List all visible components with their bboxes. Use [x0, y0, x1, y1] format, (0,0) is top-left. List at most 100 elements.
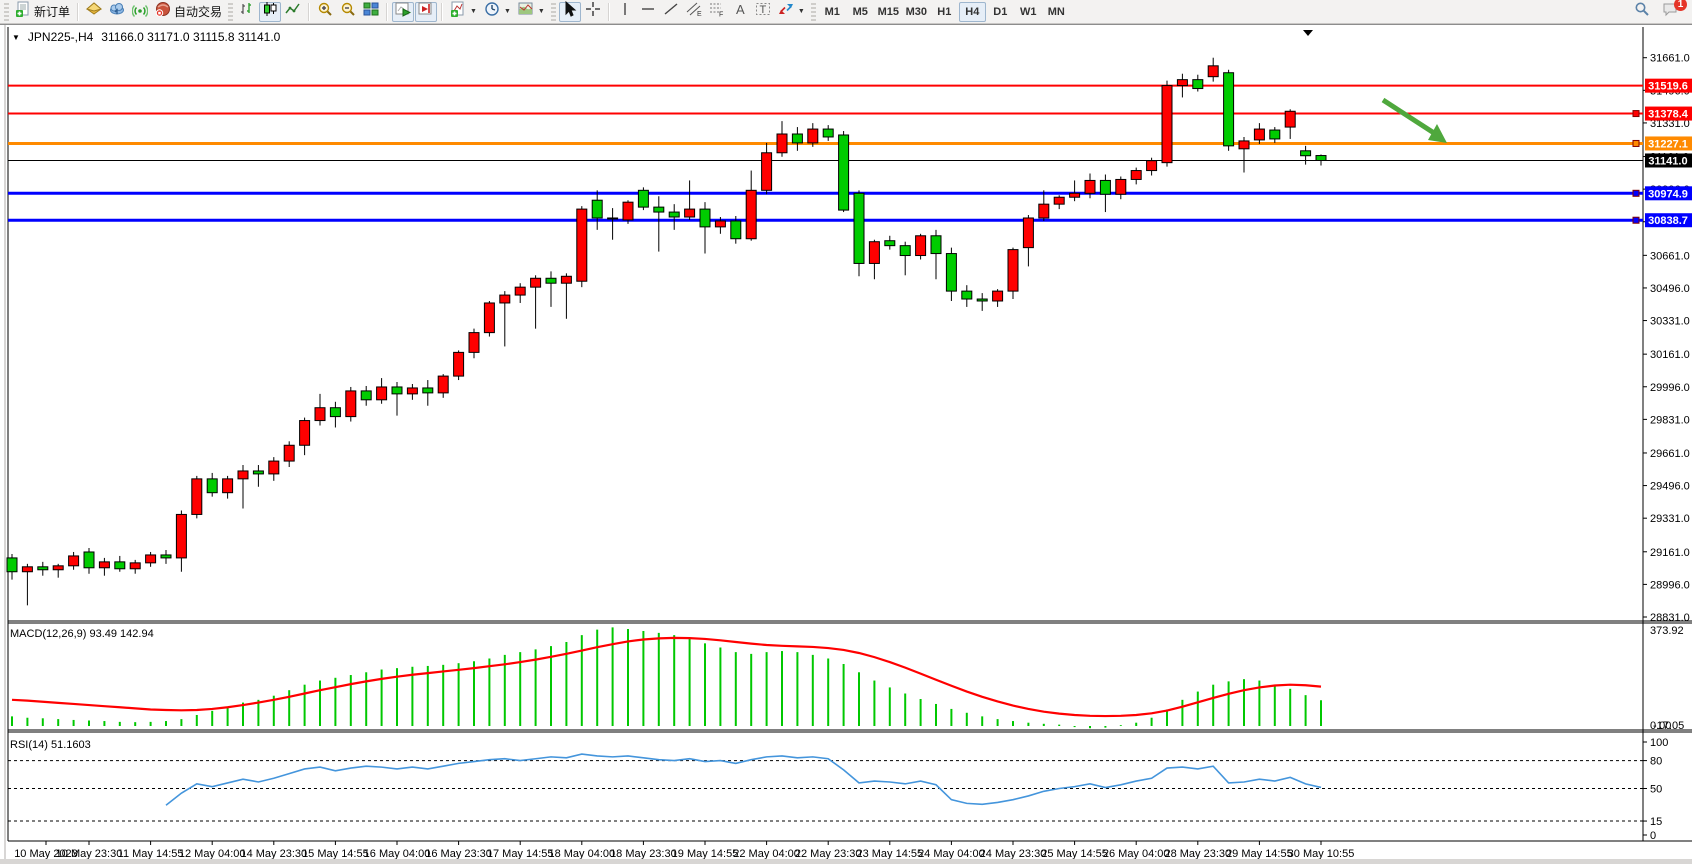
text-label-icon: T	[755, 1, 771, 22]
candle-body	[484, 303, 494, 333]
timeframe-button-H4[interactable]: H4	[959, 2, 986, 22]
periods-button[interactable]: ▼	[481, 2, 514, 22]
candle-body	[146, 555, 156, 563]
candle-body	[99, 562, 109, 568]
candle-body	[823, 129, 833, 137]
cursor-button[interactable]	[559, 2, 581, 22]
toolbar-drag-handle[interactable]	[4, 3, 9, 21]
chart-canvas[interactable]: 31661.031496.031331.031161.030996.030831…	[0, 25, 1692, 864]
price-label-31141.0: 31141.0	[1648, 155, 1687, 167]
editor-button[interactable]	[83, 2, 105, 22]
fibonacci-button[interactable]: F	[706, 2, 728, 22]
candle-body	[638, 190, 648, 207]
candle-body	[762, 153, 772, 191]
toolbar-drag-handle[interactable]	[228, 3, 233, 21]
timeframe-button-W1[interactable]: W1	[1015, 2, 1042, 22]
community-button[interactable]	[106, 2, 128, 22]
candle-body	[130, 563, 140, 569]
timeframe-button-M15[interactable]: M15	[875, 2, 902, 22]
svg-text:31661.0: 31661.0	[1650, 53, 1690, 65]
timeframe-button-M5[interactable]: M5	[847, 2, 874, 22]
arrows-icon	[778, 1, 794, 22]
candle-body	[854, 193, 864, 263]
candlestick-button[interactable]	[259, 2, 281, 22]
chevron-down-icon: ▼	[798, 8, 805, 15]
horizontal-lines[interactable]	[8, 86, 1643, 224]
line-handle[interactable]	[1633, 140, 1639, 146]
templates-button[interactable]: ▼	[515, 2, 548, 22]
candle-body	[1193, 80, 1203, 89]
tile-windows-button[interactable]	[360, 2, 382, 22]
time-axis[interactable]: 10 May 202310 May 23:3011 May 14:5512 Ma…	[14, 841, 1354, 860]
timeframe-button-MN[interactable]: MN	[1043, 2, 1070, 22]
timeframe-button-M1[interactable]: M1	[819, 2, 846, 22]
auto-scroll-button[interactable]	[392, 2, 414, 22]
new-order-label: 新订单	[34, 3, 70, 20]
auto-scroll-icon	[395, 1, 411, 22]
svg-text:29831.0: 29831.0	[1650, 414, 1690, 426]
signals-button[interactable]	[129, 2, 151, 22]
candles-layer	[7, 58, 1326, 606]
candle-body	[1008, 250, 1018, 292]
community-icon	[109, 1, 125, 22]
candle-body	[808, 129, 818, 143]
candle-body	[654, 207, 664, 212]
autotrading-button[interactable]: 自动交易	[152, 2, 225, 22]
line-handle[interactable]	[1633, 111, 1639, 117]
bar-chart-button[interactable]	[236, 2, 258, 22]
candle-body	[1177, 80, 1187, 86]
one-click-dropdown-icon[interactable]	[1303, 30, 1313, 36]
toolbar-drag-handle[interactable]	[551, 3, 556, 21]
timeframe-button-D1[interactable]: D1	[987, 2, 1014, 22]
line-handle[interactable]	[1633, 217, 1639, 223]
horizontal-line-button[interactable]	[637, 2, 659, 22]
text-label-button[interactable]: T	[752, 2, 774, 22]
equidistant-channel-button[interactable]: E	[683, 2, 705, 22]
chevron-down-icon: ▼	[470, 8, 477, 15]
candle-body	[53, 566, 63, 570]
macd-signal-line	[12, 638, 1321, 716]
candle-body	[792, 134, 802, 143]
candle-body	[885, 241, 895, 246]
candle-body	[407, 388, 417, 394]
zoom-in-button[interactable]	[314, 2, 336, 22]
trend-arrow-annotation[interactable]	[1383, 100, 1447, 143]
vertical-line-icon	[617, 1, 633, 22]
candle-body	[977, 299, 987, 301]
text-button[interactable]: A	[729, 2, 751, 22]
svg-text:0: 0	[1650, 830, 1656, 842]
price-label-30974.9: 30974.9	[1648, 188, 1688, 200]
timeframe-bar: M1M5M15M30H1H4D1W1MN	[819, 2, 1070, 22]
crosshair-button[interactable]	[582, 2, 604, 22]
zoom-out-button[interactable]	[337, 2, 359, 22]
macd-indicator-label: MACD(12,26,9) 93.49 142.94	[10, 628, 154, 640]
toolbar-drag-handle[interactable]	[811, 3, 816, 21]
new-order-button[interactable]: 新订单	[12, 2, 73, 22]
candle-body	[38, 567, 48, 570]
candle-body	[1301, 151, 1311, 156]
candle-body	[454, 352, 464, 376]
candle-body	[500, 295, 510, 303]
chart-shift-button[interactable]	[415, 2, 437, 22]
horizontal-line-icon	[640, 1, 656, 22]
svg-text:29661.0: 29661.0	[1650, 448, 1690, 460]
svg-text:30161.0: 30161.0	[1650, 349, 1690, 361]
candle-body	[746, 190, 756, 238]
chat-button[interactable]: 1	[1659, 2, 1682, 22]
candle-body	[515, 287, 525, 295]
candle-body	[1208, 66, 1218, 77]
line-handle[interactable]	[1633, 190, 1639, 196]
line-chart-button[interactable]	[282, 2, 304, 22]
search-button[interactable]	[1631, 2, 1653, 22]
trendline-button[interactable]	[660, 2, 682, 22]
toolbar: 新订单 自动交易 ▼ ▼	[0, 0, 1692, 24]
vertical-line-button[interactable]	[614, 2, 636, 22]
timeframe-button-H1[interactable]: H1	[931, 2, 958, 22]
arrows-button[interactable]: ▼	[775, 2, 808, 22]
templates-icon	[518, 1, 534, 22]
crosshair-icon	[585, 1, 601, 22]
indicators-button[interactable]: ▼	[447, 2, 480, 22]
candle-body	[253, 471, 263, 474]
timeframe-button-M30[interactable]: M30	[903, 2, 930, 22]
svg-text:30661.0: 30661.0	[1650, 250, 1690, 262]
